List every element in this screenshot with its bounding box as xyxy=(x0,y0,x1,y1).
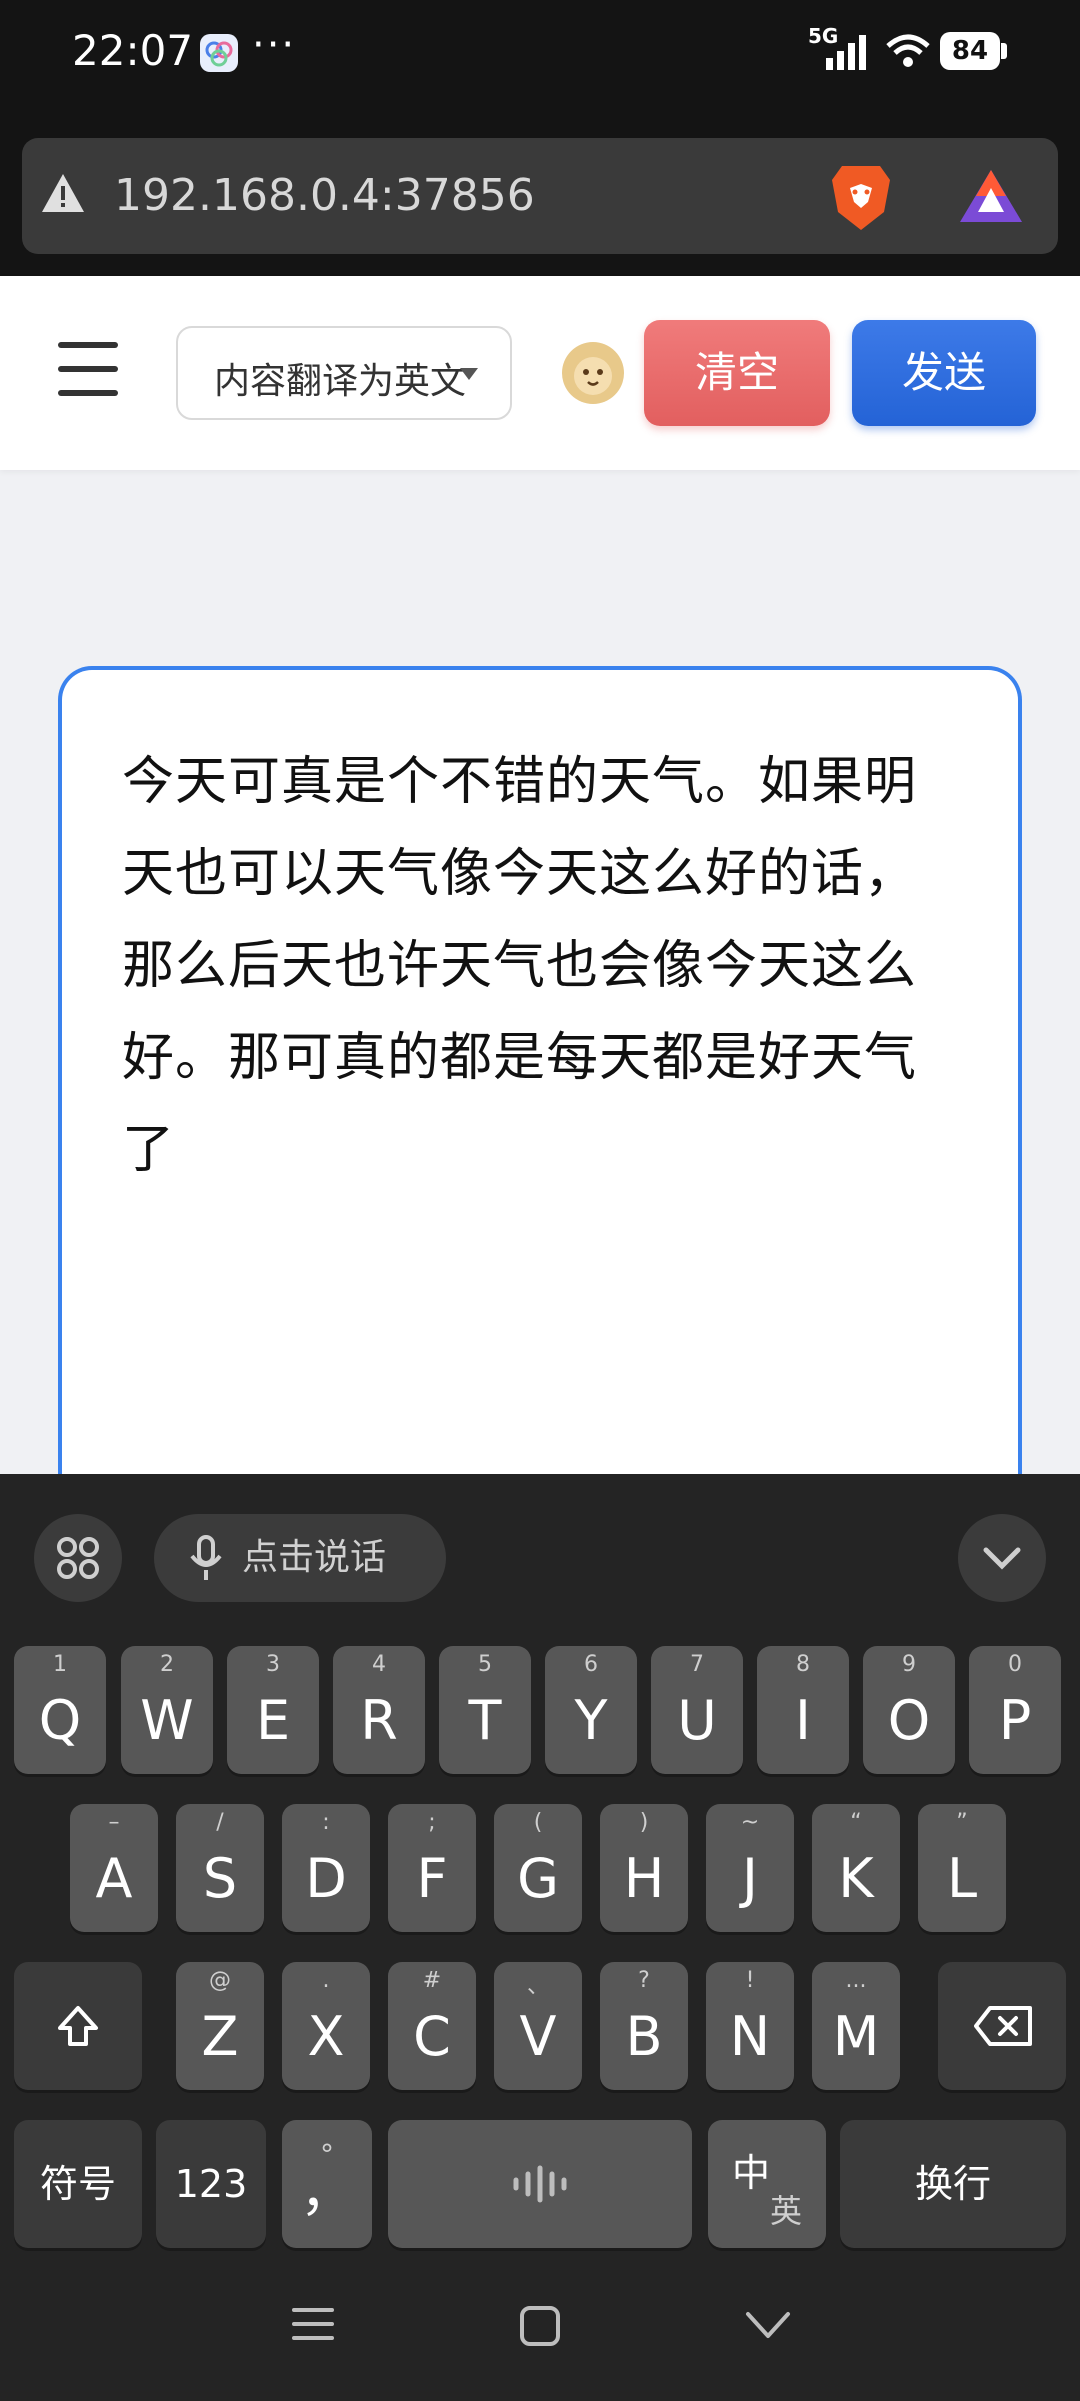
menu-icon-line xyxy=(58,366,118,372)
symbols-key[interactable]: 符号 xyxy=(14,2120,142,2248)
key-f[interactable]: ; F xyxy=(388,1804,476,1932)
address-bar[interactable]: 192.168.0.4:37856 xyxy=(22,138,1058,254)
brave-shields-icon[interactable] xyxy=(828,162,894,238)
key-y[interactable]: 6Y xyxy=(545,1646,637,1774)
input-text[interactable]: 今天可真是个不错的天气。如果明天也可以天气像今天这么好的话，那么后天也许天气也会… xyxy=(122,736,942,1196)
key-i[interactable]: 8I xyxy=(757,1646,849,1774)
key-x[interactable]: .X xyxy=(282,1962,370,2090)
shift-key[interactable] xyxy=(14,1962,142,2090)
lion-avatar-icon[interactable] xyxy=(560,340,626,406)
keyboard-menu-button[interactable] xyxy=(34,1514,122,1602)
send-button[interactable]: 发送 xyxy=(852,320,1036,426)
key-a[interactable]: – A xyxy=(70,1804,158,1932)
language-switch-key[interactable]: 中 英 xyxy=(708,2120,826,2248)
nav-back-button[interactable] xyxy=(744,2310,792,2342)
backspace-icon xyxy=(974,2006,1032,2046)
lang-main-label: 中 xyxy=(732,2151,771,2195)
voice-input-button[interactable]: 点击说话 xyxy=(154,1514,446,1602)
browser-toolbar: 192.168.0.4:37856 xyxy=(0,110,1080,276)
nav-home-button[interactable] xyxy=(518,2304,562,2348)
more-notifications-icon: ··· xyxy=(252,22,297,68)
status-bar: 22:07 ··· 5G 84 xyxy=(0,0,1080,110)
home-square-icon xyxy=(520,2306,560,2346)
nav-recents-button[interactable] xyxy=(290,2304,336,2344)
numbers-key[interactable]: 123 xyxy=(156,2120,266,2248)
wifi-icon xyxy=(884,32,932,74)
app-header: 内容翻译为英文 清空 发送 xyxy=(0,276,1080,470)
chevron-down-icon xyxy=(460,368,478,380)
key-q[interactable]: 1Q xyxy=(14,1646,106,1774)
translate-mode-value: 内容翻译为英文 xyxy=(214,361,467,402)
key-u[interactable]: 7U xyxy=(651,1646,743,1774)
clear-button[interactable]: 清空 xyxy=(644,320,830,426)
key-n[interactable]: ! N xyxy=(706,1962,794,2090)
menu-icon-line xyxy=(58,390,118,396)
menu-icon-line xyxy=(58,342,118,348)
grid-icon xyxy=(57,1537,99,1579)
menu-icon xyxy=(292,2308,334,2340)
key-z[interactable]: @ Z xyxy=(176,1962,264,2090)
hide-keyboard-button[interactable] xyxy=(958,1514,1046,1602)
chevron-down-icon xyxy=(983,1547,1021,1570)
enter-key[interactable]: 换行 xyxy=(840,2120,1066,2248)
key-d[interactable]: :D xyxy=(282,1804,370,1932)
microphone-icon xyxy=(190,1535,222,1580)
app-notification-icon xyxy=(200,34,238,72)
comma-key[interactable]: °， xyxy=(282,2120,372,2248)
brave-rewards-icon[interactable] xyxy=(956,166,1026,230)
key-s[interactable]: / S xyxy=(176,1804,264,1932)
voice-wave-icon xyxy=(513,2165,567,2203)
translate-mode-select[interactable]: 内容翻译为英文 xyxy=(176,326,512,420)
battery-level: 84 xyxy=(940,32,1000,70)
key-e[interactable]: 3E xyxy=(227,1646,319,1774)
shift-icon xyxy=(58,2006,98,2046)
soft-keyboard: 点击说话 1Q 2W 3E 4R 5T 6Y 7U 8I 9O 0P – A / S… xyxy=(0,1474,1080,2401)
key-c[interactable]: # C xyxy=(388,1962,476,2090)
key-g[interactable]: (G xyxy=(494,1804,582,1932)
chevron-down-icon xyxy=(746,2312,790,2338)
key-v[interactable]: 、 V xyxy=(494,1962,582,2090)
key-b[interactable]: ? B xyxy=(600,1962,688,2090)
url-text[interactable]: 192.168.0.4:37856 xyxy=(114,170,535,221)
key-h[interactable]: ) H xyxy=(600,1804,688,1932)
signal-icon xyxy=(824,34,870,74)
key-p[interactable]: 0P xyxy=(969,1646,1061,1774)
key-t[interactable]: 5T xyxy=(439,1646,531,1774)
space-key[interactable] xyxy=(388,2120,692,2248)
key-j[interactable]: ~ J xyxy=(706,1804,794,1932)
key-m[interactable]: ... M xyxy=(812,1962,900,2090)
key-r[interactable]: 4R xyxy=(333,1646,425,1774)
status-time: 22:07 xyxy=(72,26,194,75)
key-o[interactable]: 9O xyxy=(863,1646,955,1774)
key-k[interactable]: “K xyxy=(812,1804,900,1932)
menu-button[interactable] xyxy=(58,342,130,404)
backspace-key[interactable] xyxy=(938,1962,1066,2090)
key-w[interactable]: 2W xyxy=(121,1646,213,1774)
battery-cap xyxy=(1001,43,1007,59)
text-input-area[interactable]: 今天可真是个不错的天气。如果明天也可以天气像今天这么好的话，那么后天也许天气也会… xyxy=(58,666,1022,1486)
lang-sub-label: 英 xyxy=(770,2192,803,2230)
voice-input-label: 点击说话 xyxy=(242,1537,387,1578)
not-secure-warning-icon[interactable] xyxy=(40,172,86,218)
key-l[interactable]: ” L xyxy=(918,1804,1006,1932)
